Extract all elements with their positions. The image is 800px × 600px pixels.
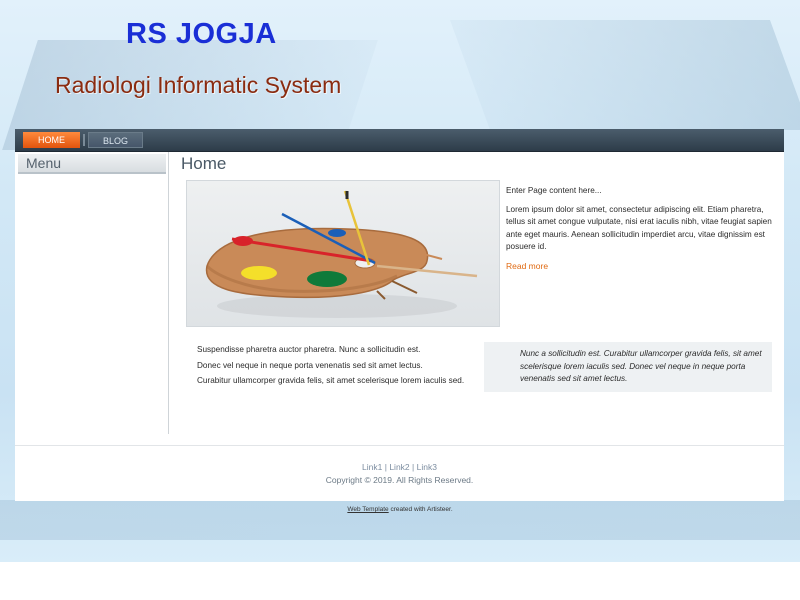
nav-blog[interactable]: BLOG [88,132,143,148]
sidebar-header: Menu [18,154,166,174]
footer-copyright: Copyright © 2019. All Rights Reserved. [325,475,474,485]
credit-suffix: created with Artisteer. [390,506,453,513]
footer-link1[interactable]: Link1 [362,462,382,472]
top-nav: HOME BLOG [15,129,784,152]
list-item: Suspendisse pharetra auctor pharetra. Nu… [197,345,421,354]
content-list: Suspendisse pharetra auctor pharetra. Nu… [197,344,467,391]
footer-separator: | [412,462,415,472]
footer-link3[interactable]: Link3 [417,462,437,472]
sidebar-title: Menu [26,155,62,171]
intro-text: Enter Page content here... Lorem ipsum d… [506,185,778,279]
page-sheet: HOME BLOG Menu Home Enter Page content h… [15,129,784,501]
background-building-shape [449,20,800,130]
site-title: RS JOGJA [126,18,277,50]
nav-home[interactable]: HOME [23,132,80,148]
blockquote: Nunc a sollicitudin est. Curabitur ullam… [484,342,772,392]
nav-separator [83,134,85,146]
footer-links: Link1 | Link2 | Link3 [15,462,784,472]
site-slogan: Radiologi Informatic System [55,72,342,98]
list-item: Donec vel neque in neque porta venenatis… [197,360,423,370]
footer-separator: | [384,462,387,472]
page-title: Home [181,154,227,173]
footer-divider [15,445,784,446]
palette-image [186,180,500,327]
palette-illustration [205,190,478,318]
list-item: Curabitur ullamcorper gravida felis, sit… [197,376,465,385]
template-credit: Web Template created with Artisteer. [0,506,800,513]
web-template-link[interactable]: Web Template [347,506,388,513]
main-content: Home Enter Page content here... Lorem ip… [169,152,784,434]
intro-line: Enter Page content here... [506,186,602,195]
intro-body: Lorem ipsum dolor sit amet, consectetur … [506,204,772,252]
footer-link2[interactable]: Link2 [389,462,409,472]
read-more-link[interactable]: Read more [506,261,548,271]
sidebar: Menu [15,152,169,434]
